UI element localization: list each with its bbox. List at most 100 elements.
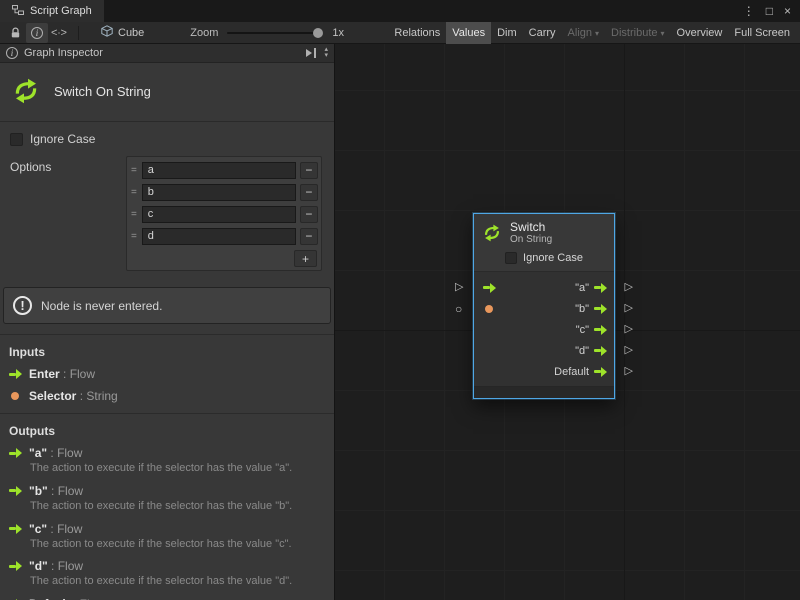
warning-box: ! Node is never entered. [3,287,331,324]
option-row: = − [130,203,318,225]
output-port-icon[interactable] [594,303,607,314]
graph-canvas[interactable]: Switch On String Ignore Case ▷ "a" [335,44,800,600]
zoom-slider[interactable] [227,32,323,34]
enter-port-icon[interactable] [483,282,496,293]
outputs-header: Outputs [9,424,325,438]
flow-port-icon [9,523,22,534]
chevron-down-icon: ▾ [595,29,599,38]
node-port-row-default: Default ▷ [474,361,614,382]
dim-button[interactable]: Dim [491,22,523,44]
close-icon[interactable]: × [784,4,791,18]
scroll-spinner[interactable]: ▴ ▾ [324,47,328,59]
drag-handle-icon[interactable]: = [130,187,138,198]
drag-handle-icon[interactable]: = [130,231,138,242]
option-input[interactable] [142,162,296,179]
output-connect-triangle-icon[interactable]: ▷ [625,282,633,293]
remove-option-button[interactable]: − [300,162,318,179]
node-port-row-c: "c" ▷ [474,319,614,340]
drag-handle-icon[interactable]: = [130,165,138,176]
output-port-icon[interactable] [594,366,607,377]
node-title: Switch [510,220,552,234]
port-label: "d" [575,345,589,357]
remove-option-button[interactable]: − [300,206,318,223]
drag-handle-icon[interactable]: = [130,209,138,220]
selector-port-icon[interactable] [485,305,493,313]
maximize-icon[interactable]: □ [766,4,773,18]
lock-icon[interactable] [4,23,26,43]
values-button[interactable]: Values [446,22,491,44]
add-option-button[interactable]: + [294,250,317,267]
window-menu-icon[interactable]: ⋮ [743,4,755,18]
graph-inspector-panel: i Graph Inspector ▴ ▾ [0,44,335,600]
port-label: Default [554,366,589,378]
remove-option-button[interactable]: − [300,228,318,245]
remove-option-button[interactable]: − [300,184,318,201]
input-port-enter: Enter : Flow [9,367,325,381]
output-connect-triangle-icon[interactable]: ▷ [625,324,633,335]
flow-port-icon [9,561,22,572]
unit-title-block: Switch On String [0,63,334,121]
port-type: : Flow [60,367,95,381]
carry-button[interactable]: Carry [523,22,562,44]
ignore-case-checkbox[interactable] [505,252,517,264]
ignore-case-row: Ignore Case [0,122,334,150]
switch-on-string-node[interactable]: Switch On String Ignore Case ▷ "a" [473,213,615,399]
chevron-down-icon: ▾ [661,29,665,38]
toolbar-buttons: Relations Values Dim Carry Align▾ Distri… [388,22,796,44]
spinner-down-icon[interactable]: ▾ [324,53,328,59]
node-header[interactable]: Switch On String [474,214,614,248]
option-row: = − [130,159,318,181]
overview-button[interactable]: Overview [671,22,729,44]
flow-port-icon [9,485,22,496]
value-port-icon [11,392,19,400]
fullscreen-button[interactable]: Full Screen [728,22,796,44]
graph-inspector-header: i Graph Inspector ▴ ▾ [0,44,334,63]
script-graph-window: Script Graph ⋮ □ × i <∙> Cube Zoom [0,0,800,600]
ignore-case-label: Ignore Case [523,252,583,264]
option-input[interactable] [142,206,296,223]
dock-panel-icon[interactable] [305,48,318,58]
tab-script-graph[interactable]: Script Graph [0,0,104,22]
output-port-icon[interactable] [594,345,607,356]
selector-connect-circle-icon[interactable]: ○ [455,303,462,315]
tab-label: Script Graph [30,5,92,17]
distribute-button[interactable]: Distribute▾ [605,22,670,44]
inspector-toggle-icon[interactable]: i [26,23,48,43]
relations-button[interactable]: Relations [388,22,446,44]
node-subtitle: On String [510,234,552,246]
graph-owner[interactable]: Cube [101,25,144,40]
enter-connect-triangle-icon[interactable]: ▷ [455,282,463,293]
window-controls: ⋮ □ × [734,0,800,22]
port-name: Enter [29,367,60,381]
inputs-section: Inputs Enter : Flow Selector : String [0,334,334,413]
output-connect-triangle-icon[interactable]: ▷ [625,303,633,314]
node-ignore-case-row: Ignore Case [474,248,614,272]
zoom-slider-knob[interactable] [313,28,323,38]
cube-icon [101,25,113,40]
port-type: : Flow [47,522,82,536]
output-port-b: "b" : Flow [9,484,325,498]
port-description: The action to execute if the selector ha… [30,538,325,552]
output-connect-triangle-icon[interactable]: ▷ [625,366,633,377]
output-port-icon[interactable] [594,324,607,335]
edit-source-icon[interactable]: <∙> [48,23,70,43]
options-row: Options = − = − = − [0,150,334,275]
option-input[interactable] [142,228,296,245]
flow-port-icon [9,369,22,380]
titlebar: Script Graph ⋮ □ × [0,0,800,22]
port-description: The action to execute if the selector ha… [30,462,325,476]
output-port-icon[interactable] [594,282,607,293]
unit-title: Switch On String [54,84,151,99]
option-input[interactable] [142,184,296,201]
port-description: The action to execute if the selector ha… [30,575,325,589]
align-button[interactable]: Align▾ [562,22,605,44]
ignore-case-checkbox[interactable] [10,133,23,146]
port-label: "c" [576,324,589,336]
option-row: = − [130,181,318,203]
output-connect-triangle-icon[interactable]: ▷ [625,345,633,356]
ignore-case-label: Ignore Case [30,132,95,146]
output-port-c: "c" : Flow [9,522,325,536]
input-port-selector: Selector : String [9,389,325,403]
info-icon: i [6,47,18,59]
node-footer [474,386,614,398]
